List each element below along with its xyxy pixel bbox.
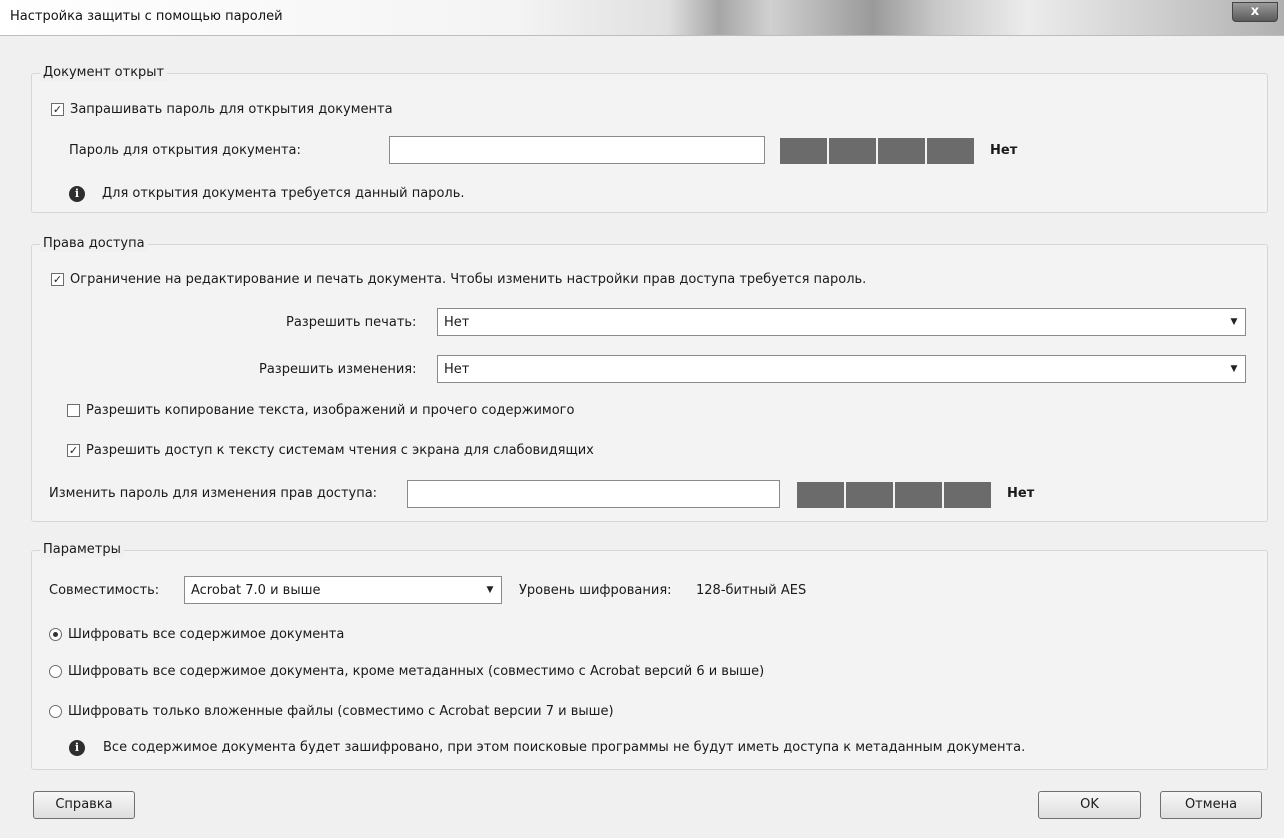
radio-button[interactable] bbox=[49, 628, 62, 641]
allow-changes-label: Разрешить изменения: bbox=[259, 362, 417, 377]
restrict-editing-checkbox[interactable]: ✓ Ограничение на редактирование и печать… bbox=[51, 272, 866, 287]
strength-segment bbox=[797, 482, 844, 508]
checkmark-icon: ✓ bbox=[52, 103, 63, 116]
allow-copy-label: Разрешить копирование текста, изображени… bbox=[86, 403, 575, 418]
encrypt-all-radio[interactable]: Шифровать все содержимое документа bbox=[49, 627, 344, 642]
checkmark-icon: ✓ bbox=[68, 444, 79, 457]
permissions-password-strength-meter bbox=[797, 482, 991, 508]
encrypt-all-label: Шифровать все содержимое документа bbox=[68, 627, 345, 642]
strength-segment bbox=[944, 482, 991, 508]
allow-print-select[interactable]: Нет ▼ bbox=[437, 308, 1246, 336]
restrict-editing-label: Ограничение на редактирование и печать д… bbox=[70, 272, 867, 287]
open-password-label: Пароль для открытия документа: bbox=[69, 143, 301, 158]
permissions-group-title: Права доступа bbox=[40, 236, 148, 252]
allow-screenreader-checkbox[interactable]: ✓ Разрешить доступ к тексту системам чте… bbox=[67, 443, 594, 458]
document-open-group: Документ открыт ✓ Запрашивать пароль для… bbox=[31, 65, 1268, 213]
allow-print-label: Разрешить печать: bbox=[286, 315, 417, 330]
title-bar: Настройка защиты с помощью паролей x bbox=[0, 0, 1284, 36]
cancel-button[interactable]: Отмена bbox=[1160, 791, 1262, 819]
help-button[interactable]: Справка bbox=[33, 791, 135, 819]
encrypt-attachments-label: Шифровать только вложенные файлы (совмес… bbox=[68, 704, 614, 719]
require-open-password-label: Запрашивать пароль для открытия документ… bbox=[70, 102, 393, 117]
open-password-strength-label: Нет bbox=[990, 143, 1018, 158]
window-title: Настройка защиты с помощью паролей bbox=[10, 9, 283, 24]
compatibility-select[interactable]: Acrobat 7.0 и выше ▼ bbox=[184, 576, 502, 604]
radio-button[interactable] bbox=[49, 705, 62, 718]
allow-changes-value: Нет bbox=[444, 361, 470, 377]
open-password-info-text: Для открытия документа требуется данный … bbox=[102, 186, 465, 201]
allow-screenreader-label: Разрешить доступ к тексту системам чтени… bbox=[86, 443, 594, 458]
encrypt-attachments-radio[interactable]: Шифровать только вложенные файлы (совмес… bbox=[49, 704, 614, 719]
allow-copy-checkbox[interactable]: Разрешить копирование текста, изображени… bbox=[67, 403, 574, 418]
permissions-password-label: Изменить пароль для изменения прав досту… bbox=[49, 486, 378, 501]
encrypt-except-metadata-radio[interactable]: Шифровать все содержимое документа, кром… bbox=[49, 664, 764, 679]
options-group-title: Параметры bbox=[40, 542, 124, 558]
allow-print-value: Нет bbox=[444, 314, 470, 330]
compatibility-value: Acrobat 7.0 и выше bbox=[191, 582, 321, 598]
open-password-field[interactable] bbox=[389, 136, 765, 164]
strength-segment bbox=[846, 482, 893, 508]
radio-button[interactable] bbox=[49, 665, 62, 678]
permissions-group: Права доступа ✓ Ограничение на редактиро… bbox=[31, 236, 1268, 522]
permissions-password-field[interactable] bbox=[407, 480, 780, 508]
info-icon: i bbox=[69, 186, 85, 202]
strength-segment bbox=[895, 482, 942, 508]
document-open-group-title: Документ открыт bbox=[40, 65, 168, 81]
encryption-info-text: Все содержимое документа будет зашифрова… bbox=[103, 740, 1026, 755]
compatibility-label: Совместимость: bbox=[49, 583, 160, 598]
info-icon: i bbox=[69, 740, 85, 756]
checkbox-box[interactable]: ✓ bbox=[51, 103, 64, 116]
permissions-password-strength-label: Нет bbox=[1007, 486, 1035, 501]
chevron-down-icon[interactable]: ▼ bbox=[1223, 356, 1245, 382]
strength-segment bbox=[829, 138, 876, 164]
checkmark-icon: ✓ bbox=[52, 273, 63, 286]
require-open-password-checkbox[interactable]: ✓ Запрашивать пароль для открытия докуме… bbox=[51, 102, 393, 117]
encrypt-except-metadata-label: Шифровать все содержимое документа, кром… bbox=[68, 664, 765, 679]
strength-segment bbox=[927, 138, 974, 164]
chevron-down-icon[interactable]: ▼ bbox=[479, 577, 501, 603]
chevron-down-icon[interactable]: ▼ bbox=[1223, 309, 1245, 335]
checkbox-box[interactable] bbox=[67, 404, 80, 417]
open-password-strength-meter bbox=[780, 138, 974, 164]
strength-segment bbox=[878, 138, 925, 164]
close-button[interactable]: x bbox=[1232, 2, 1278, 22]
strength-segment bbox=[780, 138, 827, 164]
options-group: Параметры Совместимость: Acrobat 7.0 и в… bbox=[31, 542, 1268, 770]
encryption-level-value: 128-битный AES bbox=[696, 583, 807, 598]
checkbox-box[interactable]: ✓ bbox=[51, 273, 64, 286]
encryption-level-label: Уровень шифрования: bbox=[519, 583, 672, 598]
allow-changes-select[interactable]: Нет ▼ bbox=[437, 355, 1246, 383]
ok-button[interactable]: OK bbox=[1038, 791, 1141, 819]
checkbox-box[interactable]: ✓ bbox=[67, 444, 80, 457]
